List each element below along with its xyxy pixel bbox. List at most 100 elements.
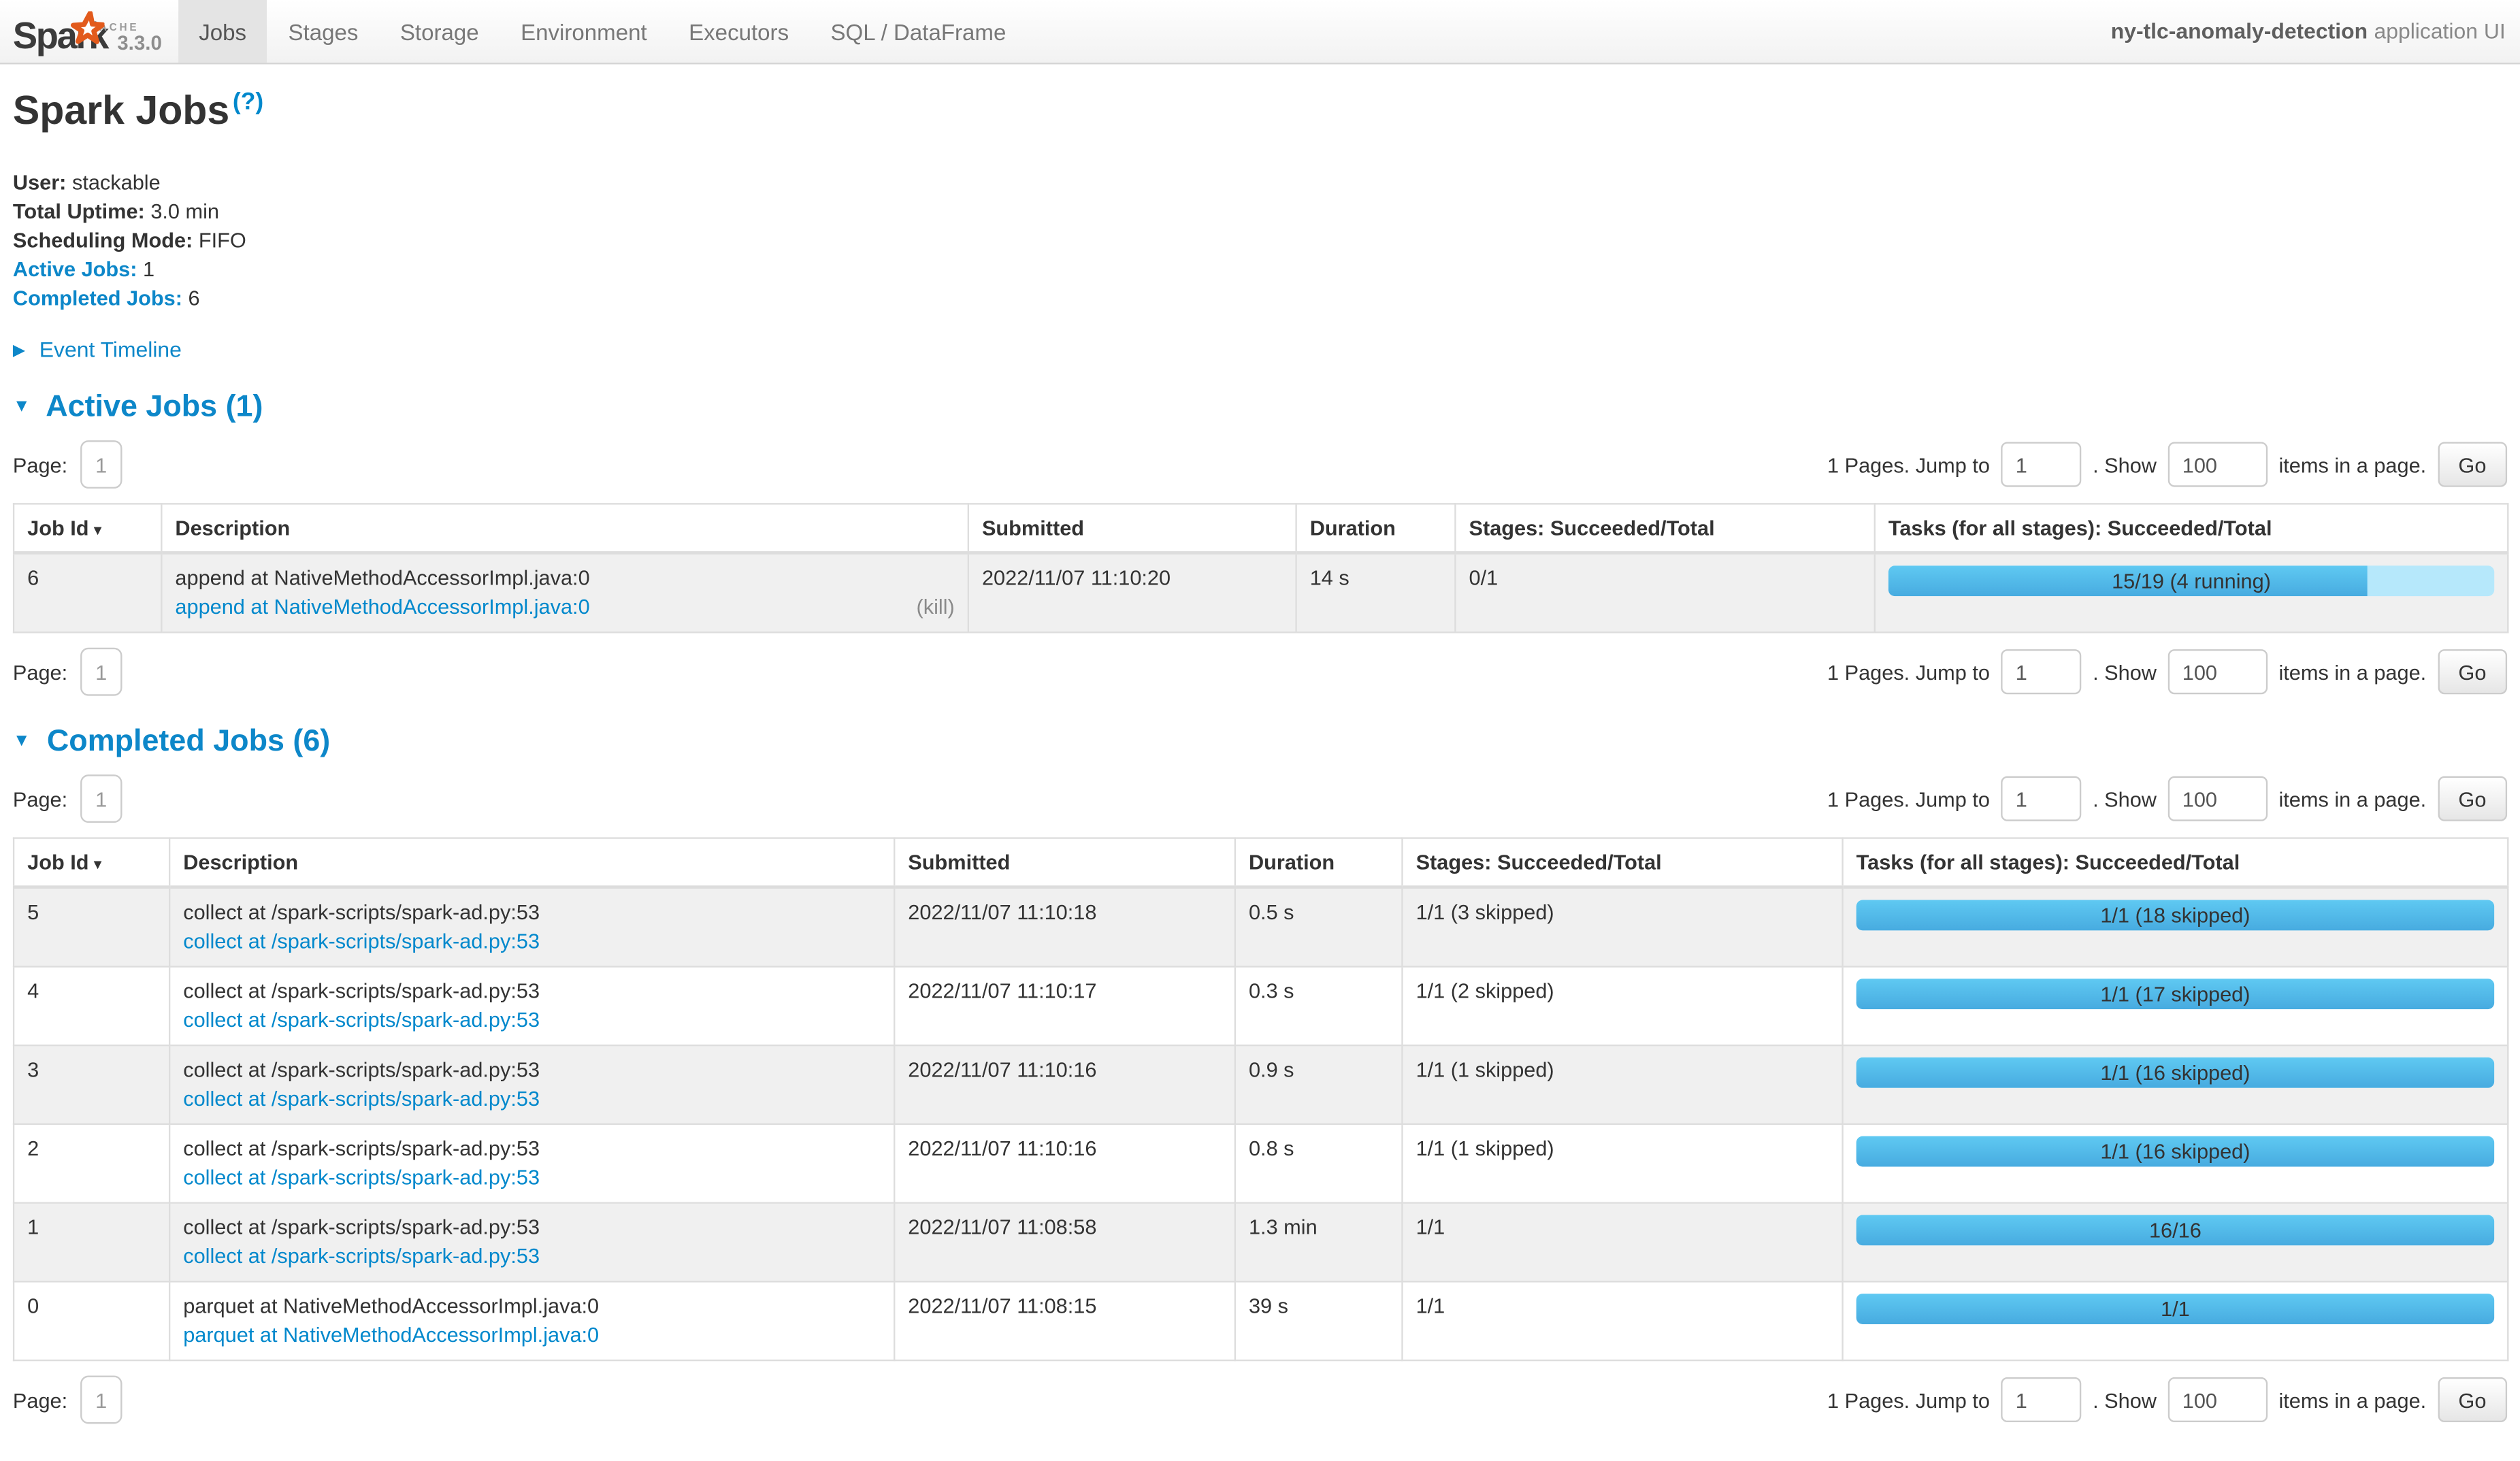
stages-cell: 1/1 (1 skipped) xyxy=(1402,1124,1842,1203)
job-detail-link[interactable]: collect at /spark-scripts/spark-ad.py:53 xyxy=(183,1085,540,1114)
page-number-input[interactable] xyxy=(80,648,122,696)
table-header-row: Job Id▾ Description Submitted Duration S… xyxy=(14,838,2508,887)
go-button[interactable]: Go xyxy=(2438,649,2507,694)
items-per-page-input[interactable] xyxy=(2168,776,2268,821)
jump-to-input[interactable] xyxy=(2001,1377,2081,1422)
items-per-page-input[interactable] xyxy=(2168,442,2268,487)
header-description[interactable]: Description xyxy=(169,838,894,887)
tasks-cell: 15/19 (4 running) xyxy=(1875,553,2508,632)
pager-completed-top: Page: 1 Pages. Jump to . Show items in a… xyxy=(13,774,2507,823)
header-tasks[interactable]: Tasks (for all stages): Succeeded/Total xyxy=(1843,838,2508,887)
duration-cell: 0.3 s xyxy=(1235,967,1403,1046)
page-number-input[interactable] xyxy=(80,1376,122,1424)
tasks-progress-bar: 1/1 (16 skipped) xyxy=(1856,1057,2495,1088)
jump-to-input[interactable] xyxy=(2001,649,2081,694)
tab-environment[interactable]: Environment xyxy=(500,0,668,63)
summary-user: User: stackable xyxy=(13,169,2507,198)
job-detail-link[interactable]: parquet at NativeMethodAccessorImpl.java… xyxy=(183,1321,599,1350)
job-detail-link[interactable]: collect at /spark-scripts/spark-ad.py:53 xyxy=(183,928,540,957)
stages-cell: 1/1 xyxy=(1402,1203,1842,1282)
jump-to-input[interactable] xyxy=(2001,776,2081,821)
completed-jobs-link[interactable]: Completed Jobs: xyxy=(13,286,182,310)
active-jobs-section-header[interactable]: ▼ Active Jobs (1) xyxy=(13,391,2507,426)
job-detail-link[interactable]: collect at /spark-scripts/spark-ad.py:53 xyxy=(183,1164,540,1193)
pages-jump-text: 1 Pages. Jump to xyxy=(1827,787,1990,810)
job-detail-link[interactable]: collect at /spark-scripts/spark-ad.py:53 xyxy=(183,1243,540,1272)
stages-cell: 1/1 (1 skipped) xyxy=(1402,1045,1842,1124)
job-id-cell: 4 xyxy=(14,967,169,1046)
page-label: Page: xyxy=(13,787,67,810)
completed-jobs-section-header[interactable]: ▼ Completed Jobs (6) xyxy=(13,725,2507,760)
header-stages[interactable]: Stages: Succeeded/Total xyxy=(1402,838,1842,887)
tab-storage[interactable]: Storage xyxy=(379,0,500,63)
job-detail-link[interactable]: collect at /spark-scripts/spark-ad.py:53 xyxy=(183,1006,540,1035)
show-text: . Show xyxy=(2093,1388,2157,1411)
kill-link[interactable]: (kill) xyxy=(917,593,955,622)
completed-job-row: 5 collect at /spark-scripts/spark-ad.py:… xyxy=(14,887,2508,967)
completed-job-row: 4 collect at /spark-scripts/spark-ad.py:… xyxy=(14,967,2508,1046)
spark-logo: APACHE Spark 3.3.0 xyxy=(0,0,178,63)
tab-executors[interactable]: Executors xyxy=(668,0,809,63)
go-button[interactable]: Go xyxy=(2438,442,2507,487)
completed-job-row: 2 collect at /spark-scripts/spark-ad.py:… xyxy=(14,1124,2508,1203)
description-cell: collect at /spark-scripts/spark-ad.py:53… xyxy=(169,1045,894,1124)
header-tasks[interactable]: Tasks (for all stages): Succeeded/Total xyxy=(1875,504,2508,553)
active-jobs-link[interactable]: Active Jobs: xyxy=(13,257,137,281)
job-id-cell: 5 xyxy=(14,887,169,967)
job-id-cell: 1 xyxy=(14,1203,169,1282)
event-timeline-toggle[interactable]: ▶ Event Timeline xyxy=(13,338,2507,361)
tasks-cell: 1/1 (17 skipped) xyxy=(1843,967,2508,1046)
header-job-id[interactable]: Job Id▾ xyxy=(14,838,169,887)
header-duration[interactable]: Duration xyxy=(1296,504,1456,553)
items-text: items in a page. xyxy=(2278,659,2426,683)
table-header-row: Job Id▾ Description Submitted Duration S… xyxy=(14,504,2508,553)
header-stages[interactable]: Stages: Succeeded/Total xyxy=(1455,504,1874,553)
job-detail-link[interactable]: append at NativeMethodAccessorImpl.java:… xyxy=(175,593,589,622)
completed-jobs-table: Job Id▾ Description Submitted Duration S… xyxy=(13,837,2509,1361)
help-link[interactable]: (?) xyxy=(233,88,263,116)
job-id-cell: 2 xyxy=(14,1124,169,1203)
header-job-id[interactable]: Job Id▾ xyxy=(14,504,161,553)
pager-completed-bottom: Page: 1 Pages. Jump to . Show items in a… xyxy=(13,1376,2507,1424)
stages-cell: 1/1 xyxy=(1402,1281,1842,1360)
page-number-input[interactable] xyxy=(80,774,122,823)
duration-cell: 0.5 s xyxy=(1235,887,1403,967)
header-description[interactable]: Description xyxy=(161,504,968,553)
job-summary: User: stackable Total Uptime: 3.0 min Sc… xyxy=(13,169,2507,314)
submitted-cell: 2022/11/07 11:10:20 xyxy=(968,553,1296,632)
completed-job-row: 1 collect at /spark-scripts/spark-ad.py:… xyxy=(14,1203,2508,1282)
tab-stages[interactable]: Stages xyxy=(267,0,379,63)
job-id-cell: 0 xyxy=(14,1281,169,1360)
items-per-page-input[interactable] xyxy=(2168,649,2268,694)
jump-to-input[interactable] xyxy=(2001,442,2081,487)
items-text: items in a page. xyxy=(2278,453,2426,476)
tab-jobs[interactable]: Jobs xyxy=(178,0,267,63)
tasks-progress-bar: 1/1 (18 skipped) xyxy=(1856,900,2495,930)
sort-desc-icon: ▾ xyxy=(94,857,102,874)
nav-tabs: Jobs Stages Storage Environment Executor… xyxy=(178,0,1028,63)
summary-scheduling-mode: Scheduling Mode: FIFO xyxy=(13,227,2507,256)
tasks-progress-bar: 15/19 (4 running) xyxy=(1888,565,2494,596)
go-button[interactable]: Go xyxy=(2438,776,2507,821)
description-cell: parquet at NativeMethodAccessorImpl.java… xyxy=(169,1281,894,1360)
summary-active-jobs: Active Jobs: 1 xyxy=(13,255,2507,284)
description-cell: collect at /spark-scripts/spark-ad.py:53… xyxy=(169,887,894,967)
summary-completed-jobs: Completed Jobs: 6 xyxy=(13,284,2507,314)
go-button[interactable]: Go xyxy=(2438,1377,2507,1422)
spark-version: 3.3.0 xyxy=(117,33,162,54)
application-name: ny-tlc-anomaly-detection application UI xyxy=(2111,0,2520,63)
pages-jump-text: 1 Pages. Jump to xyxy=(1827,659,1990,683)
submitted-cell: 2022/11/07 11:10:17 xyxy=(894,967,1235,1046)
header-submitted[interactable]: Submitted xyxy=(968,504,1296,553)
tab-sql-dataframe[interactable]: SQL / DataFrame xyxy=(810,0,1027,63)
chevron-down-icon: ▼ xyxy=(13,397,31,416)
items-per-page-input[interactable] xyxy=(2168,1377,2268,1422)
submitted-cell: 2022/11/07 11:10:16 xyxy=(894,1124,1235,1203)
duration-cell: 0.8 s xyxy=(1235,1124,1403,1203)
page-number-input[interactable] xyxy=(80,440,122,489)
header-duration[interactable]: Duration xyxy=(1235,838,1403,887)
pages-jump-text: 1 Pages. Jump to xyxy=(1827,453,1990,476)
header-submitted[interactable]: Submitted xyxy=(894,838,1235,887)
description-cell: append at NativeMethodAccessorImpl.java:… xyxy=(161,553,968,632)
stages-cell: 1/1 (2 skipped) xyxy=(1402,967,1842,1046)
